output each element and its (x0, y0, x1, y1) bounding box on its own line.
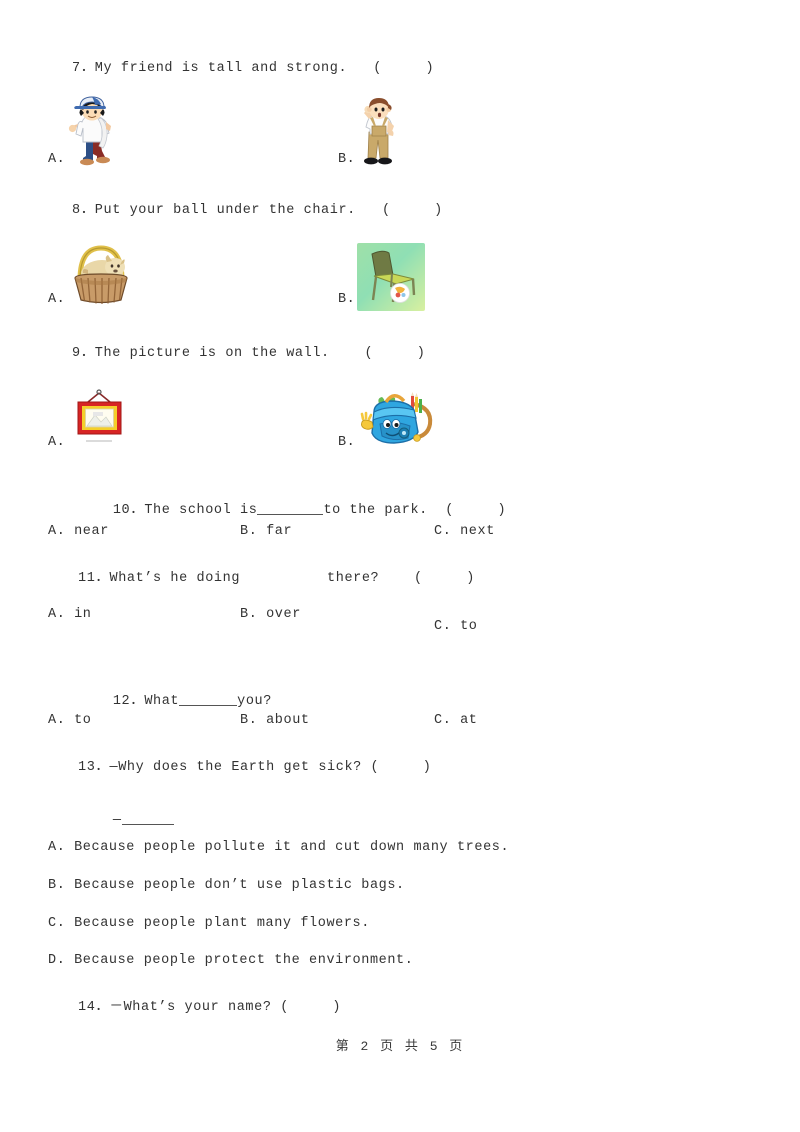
question-10-option-a[interactable]: A. near (48, 524, 109, 539)
question-11-text: 11．What’s he doing there? ( ) (78, 571, 475, 586)
question-12-option-a[interactable]: A. to (48, 713, 92, 728)
question-10-text-after: to the park. ( ) (323, 503, 507, 518)
question-13-blank[interactable] (121, 811, 174, 825)
question-10-option-b[interactable]: B. far (240, 524, 292, 539)
question-10-blank[interactable] (257, 501, 324, 515)
question-11-option-a[interactable]: A. in (48, 607, 92, 622)
boy-with-blue-cap-icon (62, 96, 120, 168)
question-14-text: 14．－What’s your name? ( ) (78, 1000, 342, 1015)
question-7-option-b-label[interactable]: B. (338, 152, 355, 167)
framed-picture-icon (68, 388, 130, 450)
puppy-in-basket-icon (66, 240, 136, 306)
question-11-option-c[interactable]: C. to (434, 619, 478, 634)
question-12-text-before: 12．What (112, 694, 180, 709)
question-13-answer-line: — (78, 796, 174, 843)
worksheet-page: 7．My friend is tall and strong. ( ) A. B… (0, 0, 800, 1132)
question-13-option-d[interactable]: D. Because people protect the environmen… (48, 953, 413, 968)
question-9-text: 9．The picture is on the wall. ( ) (72, 346, 426, 361)
question-8-option-b-label[interactable]: B. (338, 292, 355, 307)
question-8-text: 8．Put your ball under the chair. ( ) (72, 203, 443, 218)
question-9-option-a-label[interactable]: A. (48, 435, 65, 450)
question-7-text: 7．My friend is tall and strong. ( ) (72, 61, 435, 76)
page-footer: 第 2 页 共 5 页 (335, 1039, 465, 1054)
question-12-option-b[interactable]: B. about (240, 713, 310, 728)
question-11-option-b[interactable]: B. over (240, 607, 301, 622)
question-12-option-c[interactable]: C. at (434, 713, 478, 728)
question-13-option-a[interactable]: A. Because people pollute it and cut dow… (48, 840, 509, 855)
chair-with-ball-icon (357, 243, 425, 311)
question-12-text-after: you? (237, 694, 272, 709)
cartoon-backpack-icon (356, 388, 440, 450)
question-10-option-c[interactable]: C. next (434, 524, 495, 539)
question-8-option-a-label[interactable]: A. (48, 292, 65, 307)
boy-with-tan-overalls-icon (355, 96, 403, 170)
question-9-option-b-label[interactable]: B. (338, 435, 355, 450)
question-13-option-c[interactable]: C. Because people plant many flowers. (48, 916, 370, 931)
question-13-text: 13．—Why does the Earth get sick? ( ) (78, 760, 432, 775)
question-13-option-b[interactable]: B. Because people don’t use plastic bags… (48, 878, 405, 893)
question-13-dash: — (112, 812, 122, 828)
question-10-text-before: 10．The school is (112, 503, 258, 518)
question-12-blank[interactable] (179, 692, 238, 706)
